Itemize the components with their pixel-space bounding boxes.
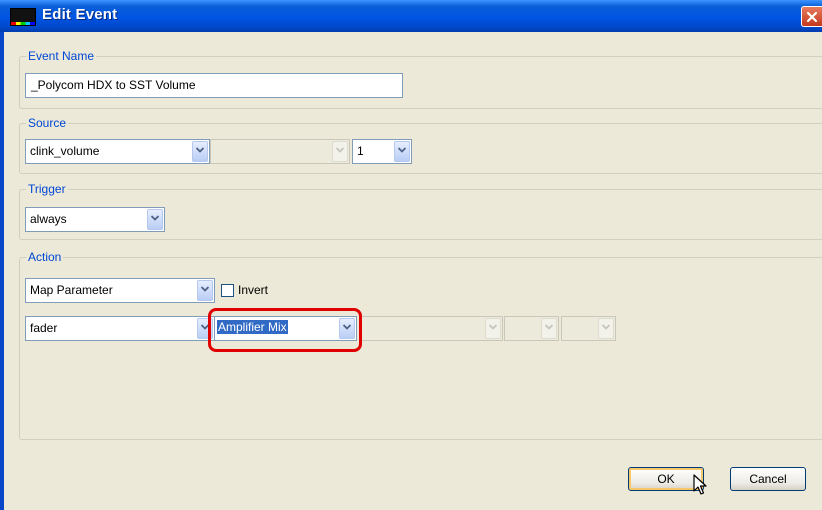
invert-label: Invert [238, 283, 269, 297]
close-icon [806, 11, 818, 23]
source-channel-value: 1 [357, 144, 364, 158]
cancel-button[interactable]: Cancel [730, 467, 806, 491]
action-type-dropdown[interactable]: Map Parameter [25, 278, 215, 303]
chevron-down-icon[interactable] [394, 141, 410, 162]
source-object-value: clink_volume [30, 144, 100, 158]
action-sub-dropdown-2 [504, 316, 559, 341]
invert-checkbox[interactable] [221, 284, 234, 297]
chevron-down-icon [332, 141, 348, 162]
highlight-annotation [208, 308, 362, 352]
trigger-dropdown[interactable]: always [25, 207, 165, 232]
trigger-legend: Trigger [28, 182, 66, 196]
chevron-down-icon [598, 318, 614, 339]
action-parameter-value: fader [30, 321, 58, 335]
action-parameter-dropdown[interactable]: fader [25, 316, 215, 341]
close-button[interactable] [801, 6, 822, 27]
source-legend: Source [28, 116, 67, 130]
window-title: Edit Event [42, 6, 118, 23]
action-sub-dropdown-1 [361, 316, 503, 341]
trigger-value: always [30, 212, 67, 226]
chevron-down-icon[interactable] [192, 141, 208, 162]
source-object-dropdown[interactable]: clink_volume [25, 139, 210, 164]
action-type-value: Map Parameter [30, 283, 113, 297]
mouse-cursor-icon [693, 474, 707, 495]
app-icon [10, 8, 36, 26]
dialog-client-area: Event Name _Polycom HDX to SST Volume So… [4, 32, 822, 510]
action-legend: Action [28, 250, 62, 264]
event-name-field[interactable]: _Polycom HDX to SST Volume [25, 73, 403, 98]
action-sub-dropdown-3 [561, 316, 616, 341]
chevron-down-icon[interactable] [197, 280, 213, 301]
edit-event-dialog: Edit Event Event Name _Polycom HDX to SS… [0, 0, 822, 510]
chevron-down-icon [485, 318, 501, 339]
source-secondary-dropdown [210, 139, 350, 164]
chevron-down-icon [541, 318, 557, 339]
source-channel-dropdown[interactable]: 1 [352, 139, 412, 164]
title-bar[interactable]: Edit Event [0, 0, 822, 32]
event-name-legend: Event Name [28, 49, 95, 63]
chevron-down-icon[interactable] [147, 209, 163, 230]
